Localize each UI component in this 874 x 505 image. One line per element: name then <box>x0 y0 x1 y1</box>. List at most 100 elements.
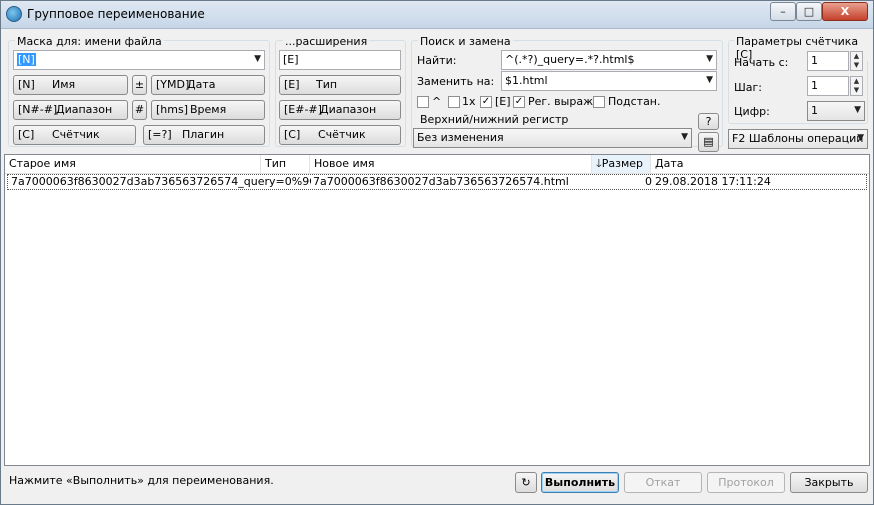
replace-input[interactable]: $1.html ▼ <box>501 71 717 91</box>
replace-value: $1.html <box>505 74 548 87</box>
column-old-name[interactable]: Старое имя <box>5 155 261 173</box>
time-code: [hms] <box>156 103 189 116</box>
column-size-label: Размер <box>601 157 644 170</box>
name-code: [N] <box>18 78 35 91</box>
find-label: Найти: <box>417 54 457 67</box>
column-new-name[interactable]: Новое имя <box>310 155 592 173</box>
refresh-icon: ↻ <box>521 476 531 489</box>
mask-value: [N] <box>17 53 36 66</box>
range-label: Диапазон <box>56 103 113 116</box>
refresh-button[interactable]: ↻ <box>515 472 537 493</box>
column-type[interactable]: Тип <box>261 155 310 173</box>
file-list[interactable]: Старое имя Тип Новое имя 🡓Размер Дата 7a… <box>4 154 870 466</box>
digits-value: 1 <box>811 104 818 117</box>
step-label: Шаг: <box>734 81 762 94</box>
column-date[interactable]: Дата <box>651 155 869 173</box>
chevron-down-icon: ▼ <box>706 75 713 85</box>
ext-option-label: [E] <box>495 95 511 108</box>
replace-label: Заменить на: <box>417 75 495 88</box>
ext-range-label: Диапазон <box>320 103 377 116</box>
undo-button[interactable]: Откат <box>624 472 702 493</box>
row-old-name: 7a7000063f8630027d3ab736563726574_query=… <box>11 175 311 188</box>
find-input[interactable]: ^(.*?)_query=.*?.html$ ▼ <box>501 50 717 70</box>
plugin-code: [=?] <box>148 128 172 141</box>
mask-input[interactable]: [N] ▼ <box>13 50 265 70</box>
start-spinner[interactable]: ▲ ▼ <box>850 51 863 71</box>
regex-checkbox[interactable]: ✓ <box>513 96 525 108</box>
start-label: Начать с: <box>734 56 789 69</box>
row-date: 29.08.2018 17:11:24 <box>655 175 771 188</box>
start-value: 1 <box>811 54 818 67</box>
status-text: Нажмите «Выполнить» для переименования. <box>9 474 274 487</box>
search-group-label: Поиск и замена <box>418 35 513 48</box>
execute-button[interactable]: Выполнить <box>541 472 619 493</box>
step-spinner[interactable]: ▲ ▼ <box>850 76 863 96</box>
column-size[interactable]: 🡓Размер <box>592 155 651 173</box>
step-input[interactable]: 1 <box>807 76 849 96</box>
regex-label: Рег. выраж. <box>528 95 597 108</box>
list-icon: ▤ <box>703 135 714 148</box>
name-label: Имя <box>52 78 76 91</box>
counter-label: Счётчик <box>52 128 100 141</box>
multi-rename-window: Групповое переименование – □ X Маска для… <box>0 0 874 505</box>
case-sensitive-checkbox[interactable] <box>417 96 429 108</box>
chevron-down-icon: ▼ <box>857 133 864 143</box>
once-label: 1x <box>462 95 476 108</box>
log-button[interactable]: Протокол <box>707 472 785 493</box>
digits-label: Цифр: <box>734 105 770 118</box>
chevron-down-icon: ▼ <box>854 105 861 115</box>
help-button[interactable]: ? <box>698 113 719 130</box>
ext-checkbox[interactable]: ✓ <box>480 96 492 108</box>
mask-group-label: Маска для: имени файла <box>15 35 164 48</box>
row-size: 0 <box>645 175 652 188</box>
case-dropdown[interactable]: Без изменения ▼ <box>413 128 692 148</box>
chevron-down-icon: ▼ <box>706 54 713 64</box>
insert-date-button[interactable]: [YMD] Дата <box>151 75 265 95</box>
once-checkbox[interactable] <box>448 96 460 108</box>
insert-ext-range-button[interactable]: [E#-#] Диапазон <box>279 100 401 120</box>
ext-counter-code: [C] <box>284 128 301 141</box>
templates-label: F2 Шаблоны операции <box>732 132 864 145</box>
title-bar: Групповое переименование – □ X <box>1 1 873 29</box>
close-button[interactable]: Закрыть <box>790 472 868 493</box>
start-input[interactable]: 1 <box>807 51 849 71</box>
insert-name-button[interactable]: [N] Имя <box>13 75 128 95</box>
file-list-header: Старое имя Тип Новое имя 🡓Размер Дата <box>5 155 869 174</box>
substitute-label: Подстан. <box>608 95 661 108</box>
step-value: 1 <box>811 79 818 92</box>
case-sensitive-label: ^ <box>432 95 442 108</box>
maximize-button[interactable]: □ <box>796 2 822 21</box>
range-code: [N#-#] <box>18 103 58 116</box>
app-icon <box>6 6 22 22</box>
substitute-checkbox[interactable] <box>593 96 605 108</box>
extension-group-label: ...расширения <box>283 35 370 48</box>
case-value: Без изменения <box>417 131 504 144</box>
chevron-down-icon: ▼ <box>681 132 688 142</box>
insert-ext-counter-button[interactable]: [C] Счётчик <box>279 125 401 145</box>
ext-counter-label: Счётчик <box>318 128 366 141</box>
insert-counter-button[interactable]: [C] Счётчик <box>13 125 136 145</box>
extension-mask-input[interactable]: [E] <box>279 50 401 70</box>
counter-code: [C] <box>18 128 35 141</box>
table-row[interactable]: 7a7000063f8630027d3ab736563726574_query=… <box>7 174 867 190</box>
chevron-down-icon: ▼ <box>254 54 261 64</box>
plus-minus-button[interactable]: ± <box>132 75 147 95</box>
type-label: Тип <box>316 78 338 91</box>
date-code: [YMD] <box>156 78 190 91</box>
minimize-button[interactable]: – <box>770 2 796 21</box>
extension-mask-value: [E] <box>283 53 299 66</box>
case-group-label: Верхний/нижний регистр <box>418 113 571 126</box>
date-label: Дата <box>187 78 216 91</box>
type-code: [E] <box>284 78 300 91</box>
insert-time-button[interactable]: [hms] Время <box>151 100 265 120</box>
row-new-name: 7a7000063f8630027d3ab736563726574.html <box>313 175 569 188</box>
insert-plugin-button[interactable]: [=?] Плагин <box>143 125 265 145</box>
hash-button[interactable]: # <box>132 100 147 120</box>
templates-dropdown[interactable]: F2 Шаблоны операции ▼ <box>728 129 868 149</box>
insert-range-button[interactable]: [N#-#] Диапазон <box>13 100 128 120</box>
list-edit-button[interactable]: ▤ <box>698 132 719 152</box>
digits-dropdown[interactable]: 1 ▼ <box>807 101 865 121</box>
close-window-button[interactable]: X <box>822 2 868 21</box>
time-label: Время <box>190 103 227 116</box>
insert-type-button[interactable]: [E] Тип <box>279 75 401 95</box>
